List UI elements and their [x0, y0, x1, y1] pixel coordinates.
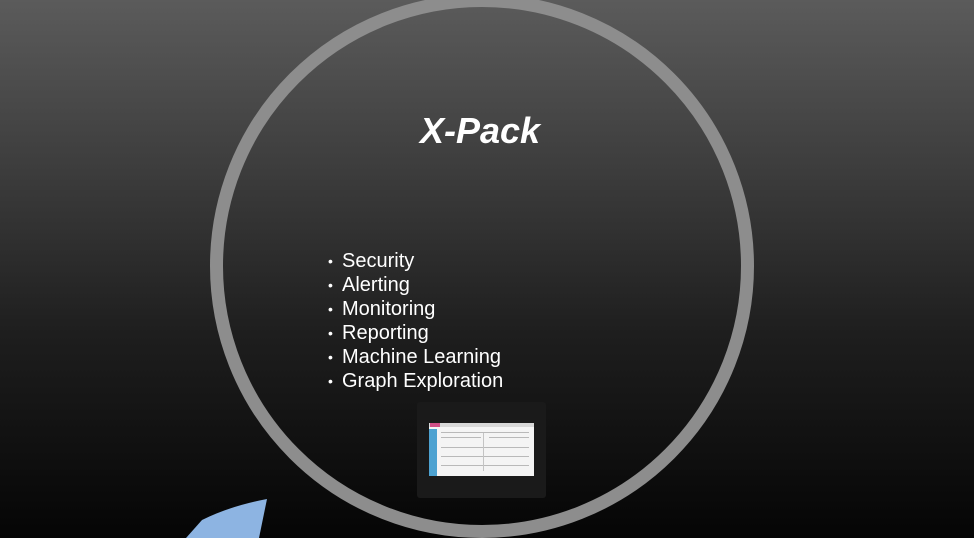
blue-shard-shape: [186, 499, 267, 538]
decorative-shape: [186, 499, 267, 538]
